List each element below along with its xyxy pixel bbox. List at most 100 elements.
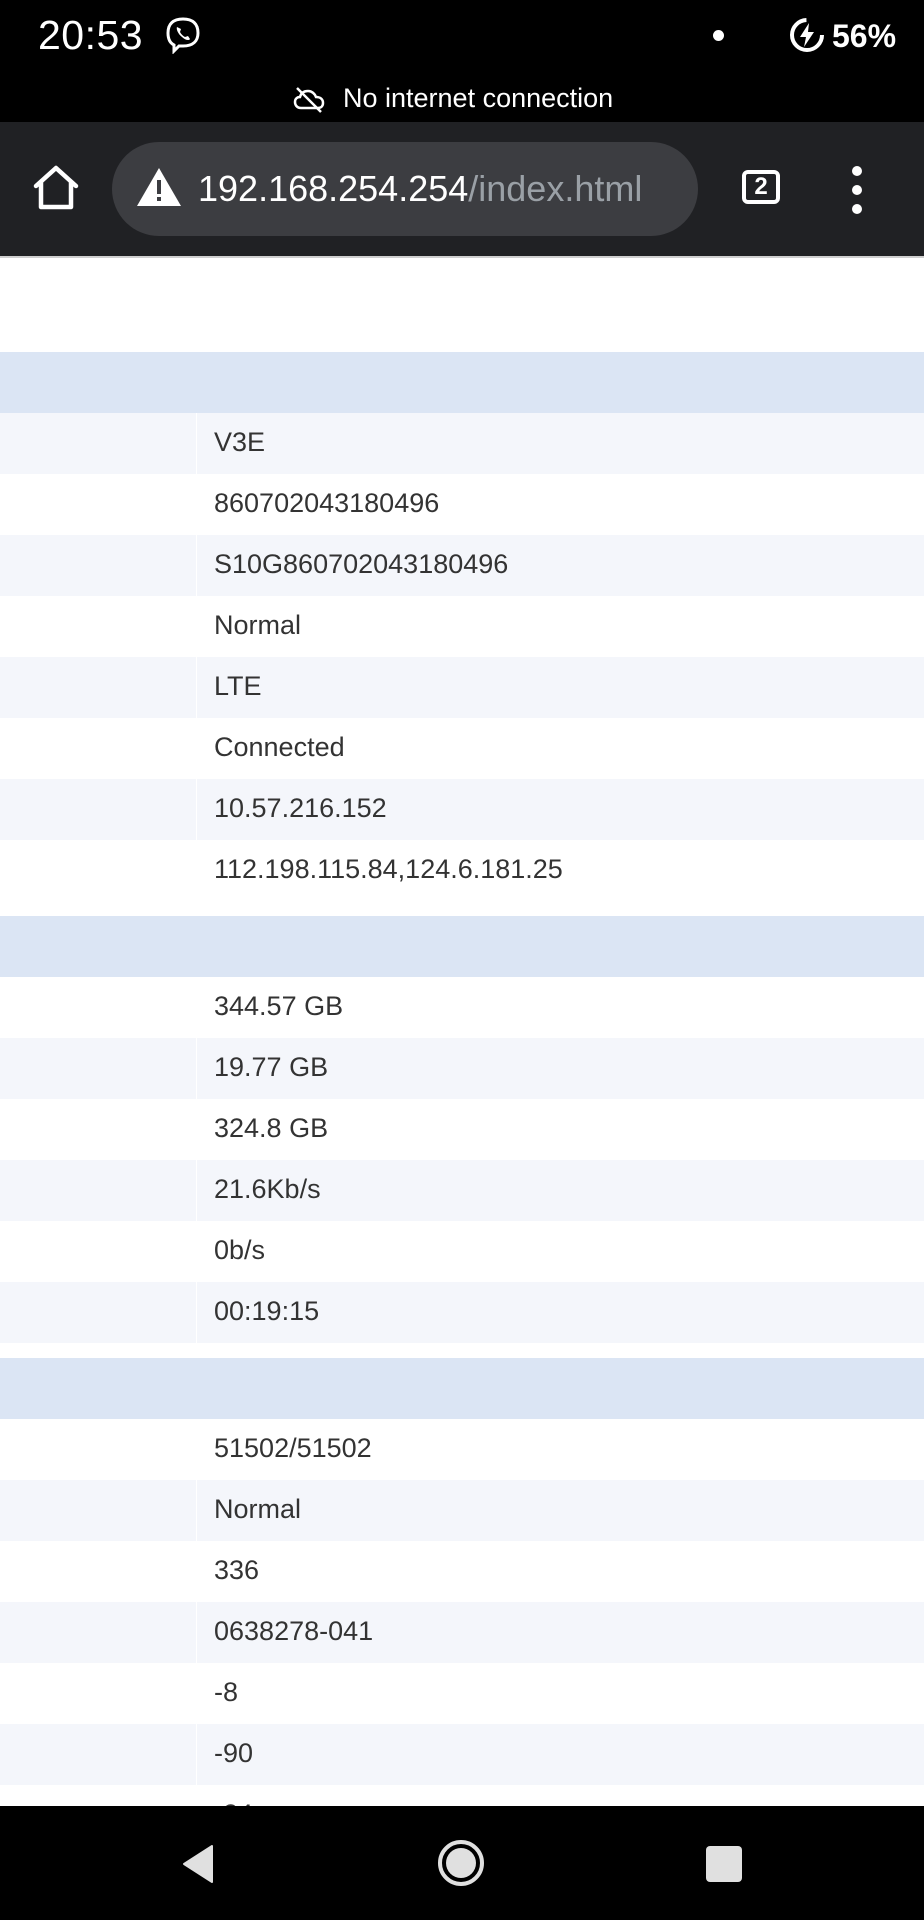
- row-value-cell: 112.198.115.84,124.6.181.25: [196, 840, 924, 901]
- table-row: 0638278-041: [0, 1602, 924, 1663]
- row-value: 10.57.216.152: [214, 793, 387, 823]
- row-value: V3E: [214, 427, 266, 457]
- row-label-cell: [0, 1541, 196, 1602]
- row-value-cell: 344.57 GB: [196, 977, 924, 1038]
- row-value-cell: 0638278-041: [196, 1602, 924, 1663]
- viber-icon: [166, 17, 200, 54]
- cloud-off-icon: [293, 87, 325, 113]
- status-bar: 20:53 56%: [0, 0, 924, 77]
- row-value: LTE: [214, 671, 262, 701]
- row-value: 860702043180496: [214, 488, 440, 518]
- table-row: Normal: [0, 1480, 924, 1541]
- table-row: 51502/51502: [0, 1419, 924, 1480]
- battery-saver-icon: [790, 18, 824, 52]
- row-value-cell: V3E: [196, 413, 924, 474]
- table-row: -8: [0, 1663, 924, 1724]
- screen: 20:53 56% No internet connection 192.168…: [0, 0, 924, 1920]
- row-label-cell: [0, 1221, 196, 1282]
- table-row: Connected: [0, 718, 924, 779]
- table-row: 344.57 GB: [0, 977, 924, 1038]
- row-value-cell: 10.57.216.152: [196, 779, 924, 840]
- row-value: -24: [214, 1799, 253, 1806]
- row-value: -8: [214, 1677, 239, 1707]
- row-label-cell: [0, 535, 196, 596]
- row-value-cell: S10G860702043180496: [196, 535, 924, 596]
- table-row: -24: [0, 1785, 924, 1806]
- navigation-bar: [0, 1806, 924, 1920]
- back-icon[interactable]: [180, 1844, 216, 1884]
- row-value: 51502/51502: [214, 1433, 372, 1463]
- table-row: 336: [0, 1541, 924, 1602]
- row-label-cell: [0, 1602, 196, 1663]
- row-label-cell: [0, 977, 196, 1038]
- battery-percentage: 56%: [832, 18, 897, 54]
- notification-dot: [713, 30, 724, 41]
- row-value: 0b/s: [214, 1235, 266, 1265]
- network-status-text: No internet connection: [343, 83, 614, 113]
- row-value-cell: 860702043180496: [196, 474, 924, 535]
- row-label-cell: [0, 657, 196, 718]
- row-label-cell: [0, 779, 196, 840]
- row-value: 324.8 GB: [214, 1113, 329, 1143]
- table-row: 00:19:15: [0, 1282, 924, 1343]
- row-value: 21.6Kb/s: [214, 1174, 321, 1204]
- section-header: [0, 916, 924, 977]
- row-label-cell: [0, 596, 196, 657]
- warning-icon[interactable]: [136, 166, 182, 208]
- web-page: V3E 860702043180496 S10G860702043180496 Nor…: [0, 258, 924, 1806]
- more-vert-icon[interactable]: [846, 166, 870, 214]
- table-row: 112.198.115.84,124.6.181.25: [0, 840, 924, 901]
- row-value: 112.198.115.84,124.6.181.25: [214, 854, 563, 884]
- row-value: S10G860702043180496: [214, 549, 509, 579]
- table-row: LTE: [0, 657, 924, 718]
- table-row: 0b/s: [0, 1221, 924, 1282]
- row-value-cell: 336: [196, 1541, 924, 1602]
- table-row: 10.57.216.152: [0, 779, 924, 840]
- row-value: 19.77 GB: [214, 1052, 329, 1082]
- url-path: /index.html: [468, 168, 643, 209]
- table-row: 19.77 GB: [0, 1038, 924, 1099]
- table-row: Normal: [0, 596, 924, 657]
- row-value-cell: Normal: [196, 1480, 924, 1541]
- row-label-cell: [0, 1480, 196, 1541]
- row-value-cell: 00:19:15: [196, 1282, 924, 1343]
- row-label-cell: [0, 840, 196, 901]
- row-value: 336: [214, 1555, 260, 1585]
- network-banner: No internet connection: [0, 77, 924, 122]
- row-label-cell: [0, 1419, 196, 1480]
- url-text[interactable]: 192.168.254.254/index.html: [198, 168, 642, 210]
- home-circle-icon[interactable]: [436, 1838, 486, 1888]
- tabs-button[interactable]: 2: [742, 170, 780, 204]
- table-row: -90: [0, 1724, 924, 1785]
- table-row: S10G860702043180496: [0, 535, 924, 596]
- row-value: 00:19:15: [214, 1296, 320, 1326]
- row-label-cell: [0, 1785, 196, 1806]
- recents-icon[interactable]: [706, 1846, 742, 1882]
- table-row: 324.8 GB: [0, 1099, 924, 1160]
- row-value-cell: Normal: [196, 596, 924, 657]
- row-value-cell: LTE: [196, 657, 924, 718]
- address-bar[interactable]: 192.168.254.254/index.html: [112, 142, 698, 236]
- row-value-cell: -24: [196, 1785, 924, 1806]
- row-label-cell: [0, 1099, 196, 1160]
- row-value: Connected: [214, 732, 345, 762]
- status-time: 20:53: [38, 12, 144, 58]
- row-value-cell: 19.77 GB: [196, 1038, 924, 1099]
- row-value: -90: [214, 1738, 254, 1768]
- section-header: [0, 1358, 924, 1419]
- row-value: 0638278-041: [214, 1616, 374, 1646]
- row-value: 344.57 GB: [214, 991, 344, 1021]
- table-row: V3E: [0, 413, 924, 474]
- row-label-cell: [0, 474, 196, 535]
- row-value-cell: -90: [196, 1724, 924, 1785]
- table-row: 860702043180496: [0, 474, 924, 535]
- row-value-cell: 324.8 GB: [196, 1099, 924, 1160]
- row-label-cell: [0, 1663, 196, 1724]
- home-icon[interactable]: [28, 160, 84, 216]
- row-label-cell: [0, 1160, 196, 1221]
- row-label-cell: [0, 1282, 196, 1343]
- row-label-cell: [0, 413, 196, 474]
- row-label-cell: [0, 1038, 196, 1099]
- row-value-cell: Connected: [196, 718, 924, 779]
- row-value-cell: 0b/s: [196, 1221, 924, 1282]
